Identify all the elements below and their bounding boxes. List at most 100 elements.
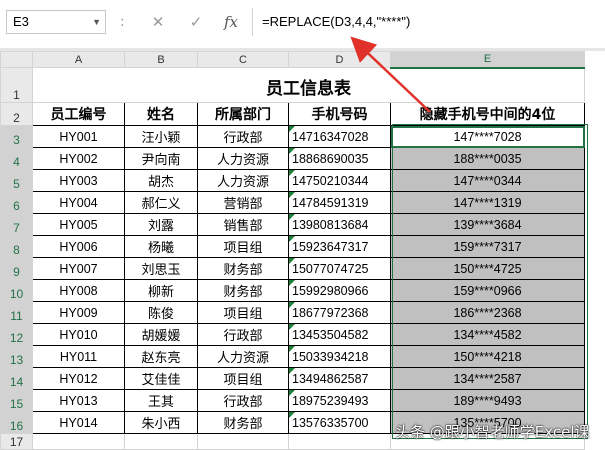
department-cell[interactable]: 行政部 (197, 125, 289, 148)
header-cell-name[interactable]: 姓名 (124, 102, 198, 126)
masked-phone-cell[interactable]: 188****0035 (390, 147, 585, 170)
employee-id-cell[interactable]: HY014 (32, 411, 125, 434)
employee-name-cell[interactable]: 杨曦 (124, 235, 198, 258)
phone-cell[interactable]: 13980813684 (288, 213, 391, 236)
row-header[interactable]: 8 (0, 235, 33, 258)
department-cell[interactable]: 财务部 (197, 279, 289, 302)
phone-cell[interactable]: 13494862587 (288, 367, 391, 390)
empty-cell[interactable] (124, 433, 198, 450)
department-cell[interactable]: 项目组 (197, 235, 289, 258)
chevron-down-icon[interactable]: ▼ (92, 11, 101, 33)
masked-phone-cell[interactable]: 150****4218 (390, 345, 585, 368)
employee-name-cell[interactable]: 刘思玉 (124, 257, 198, 280)
employee-name-cell[interactable]: 艾佳佳 (124, 367, 198, 390)
sheet-title[interactable]: 员工信息表 (32, 67, 585, 103)
employee-id-cell[interactable]: HY010 (32, 323, 125, 346)
column-header-c[interactable]: C (197, 51, 289, 68)
row-header[interactable]: 9 (0, 257, 33, 280)
phone-cell[interactable]: 14784591319 (288, 191, 391, 214)
employee-id-cell[interactable]: HY006 (32, 235, 125, 258)
phone-cell[interactable]: 18975239493 (288, 389, 391, 412)
employee-id-cell[interactable]: HY012 (32, 367, 125, 390)
employee-name-cell[interactable]: 郝仁义 (124, 191, 198, 214)
phone-cell[interactable]: 15992980966 (288, 279, 391, 302)
employee-name-cell[interactable]: 尹向南 (124, 147, 198, 170)
employee-name-cell[interactable]: 汪小颖 (124, 125, 198, 148)
employee-id-cell[interactable]: HY008 (32, 279, 125, 302)
phone-cell[interactable]: 14750210344 (288, 169, 391, 192)
employee-id-cell[interactable]: HY007 (32, 257, 125, 280)
employee-name-cell[interactable]: 朱小西 (124, 411, 198, 434)
row-header[interactable]: 7 (0, 213, 33, 236)
masked-phone-cell[interactable]: 134****4582 (390, 323, 585, 346)
employee-name-cell[interactable]: 陈俊 (124, 301, 198, 324)
employee-id-cell[interactable]: HY001 (32, 125, 125, 148)
masked-phone-cell[interactable]: 186****2368 (390, 301, 585, 324)
row-header[interactable]: 5 (0, 169, 33, 192)
column-header-d[interactable]: D (288, 51, 391, 68)
empty-cell[interactable] (32, 433, 125, 450)
column-header-b[interactable]: B (124, 51, 198, 68)
row-header[interactable]: 11 (0, 301, 33, 324)
masked-phone-cell[interactable]: 139****3684 (390, 213, 585, 236)
name-box[interactable]: E3 ▼ (6, 10, 106, 34)
department-cell[interactable]: 销售部 (197, 213, 289, 236)
employee-name-cell[interactable]: 胡杰 (124, 169, 198, 192)
row-header[interactable]: 16 (0, 411, 33, 434)
phone-cell[interactable]: 14716347028 (288, 125, 391, 148)
masked-phone-cell[interactable]: 147****1319 (390, 191, 585, 214)
phone-cell[interactable]: 15033934218 (288, 345, 391, 368)
row-header[interactable]: 3 (0, 125, 33, 148)
masked-phone-cell[interactable]: 159****7317 (390, 235, 585, 258)
employee-name-cell[interactable]: 胡媛媛 (124, 323, 198, 346)
employee-id-cell[interactable]: HY013 (32, 389, 125, 412)
department-cell[interactable]: 项目组 (197, 301, 289, 324)
employee-id-cell[interactable]: HY003 (32, 169, 125, 192)
select-all-corner[interactable] (0, 51, 33, 68)
header-cell-phone[interactable]: 手机号码 (288, 102, 391, 126)
department-cell[interactable]: 人力资源 (197, 147, 289, 170)
empty-cell[interactable] (197, 433, 289, 450)
row-header[interactable]: 4 (0, 147, 33, 170)
department-cell[interactable]: 财务部 (197, 411, 289, 434)
department-cell[interactable]: 人力资源 (197, 169, 289, 192)
employee-name-cell[interactable]: 柳新 (124, 279, 198, 302)
phone-cell[interactable]: 18677972368 (288, 301, 391, 324)
employee-id-cell[interactable]: HY009 (32, 301, 125, 324)
column-header-e[interactable]: E (390, 51, 585, 69)
header-cell-id[interactable]: 员工编号 (32, 102, 125, 126)
masked-phone-cell[interactable]: 159****0966 (390, 279, 585, 302)
row-header[interactable]: 14 (0, 367, 33, 390)
department-cell[interactable]: 项目组 (197, 367, 289, 390)
employee-name-cell[interactable]: 刘露 (124, 213, 198, 236)
column-header-a[interactable]: A (32, 51, 125, 68)
phone-cell[interactable]: 18868690035 (288, 147, 391, 170)
phone-cell[interactable]: 13576335700 (288, 411, 391, 434)
department-cell[interactable]: 行政部 (197, 389, 289, 412)
employee-name-cell[interactable]: 王其 (124, 389, 198, 412)
department-cell[interactable]: 营销部 (197, 191, 289, 214)
masked-phone-cell[interactable]: 189****9493 (390, 389, 585, 412)
masked-phone-cell[interactable]: 147****0344 (390, 169, 585, 192)
phone-cell[interactable]: 15077074725 (288, 257, 391, 280)
row-header[interactable]: 2 (0, 102, 33, 126)
row-header[interactable]: 12 (0, 323, 33, 346)
header-cell-masked[interactable]: 隐藏手机号中间的4位 (390, 102, 585, 126)
enter-icon[interactable]: ✓ (183, 10, 209, 34)
employee-name-cell[interactable]: 赵东亮 (124, 345, 198, 368)
formula-input[interactable]: =REPLACE(D3,4,4,"****") (262, 10, 410, 34)
row-header[interactable]: 6 (0, 191, 33, 214)
row-header[interactable]: 1 (0, 67, 33, 103)
cancel-icon[interactable]: ✕ (145, 10, 171, 34)
insert-function-icon[interactable]: fx (218, 10, 244, 34)
department-cell[interactable]: 人力资源 (197, 345, 289, 368)
department-cell[interactable]: 财务部 (197, 257, 289, 280)
empty-cell[interactable] (288, 433, 391, 450)
row-header[interactable]: 17 (0, 433, 33, 450)
masked-phone-cell[interactable]: 134****2587 (390, 367, 585, 390)
phone-cell[interactable]: 15923647317 (288, 235, 391, 258)
department-cell[interactable]: 行政部 (197, 323, 289, 346)
employee-id-cell[interactable]: HY011 (32, 345, 125, 368)
masked-phone-cell[interactable]: 150****4725 (390, 257, 585, 280)
row-header[interactable]: 10 (0, 279, 33, 302)
